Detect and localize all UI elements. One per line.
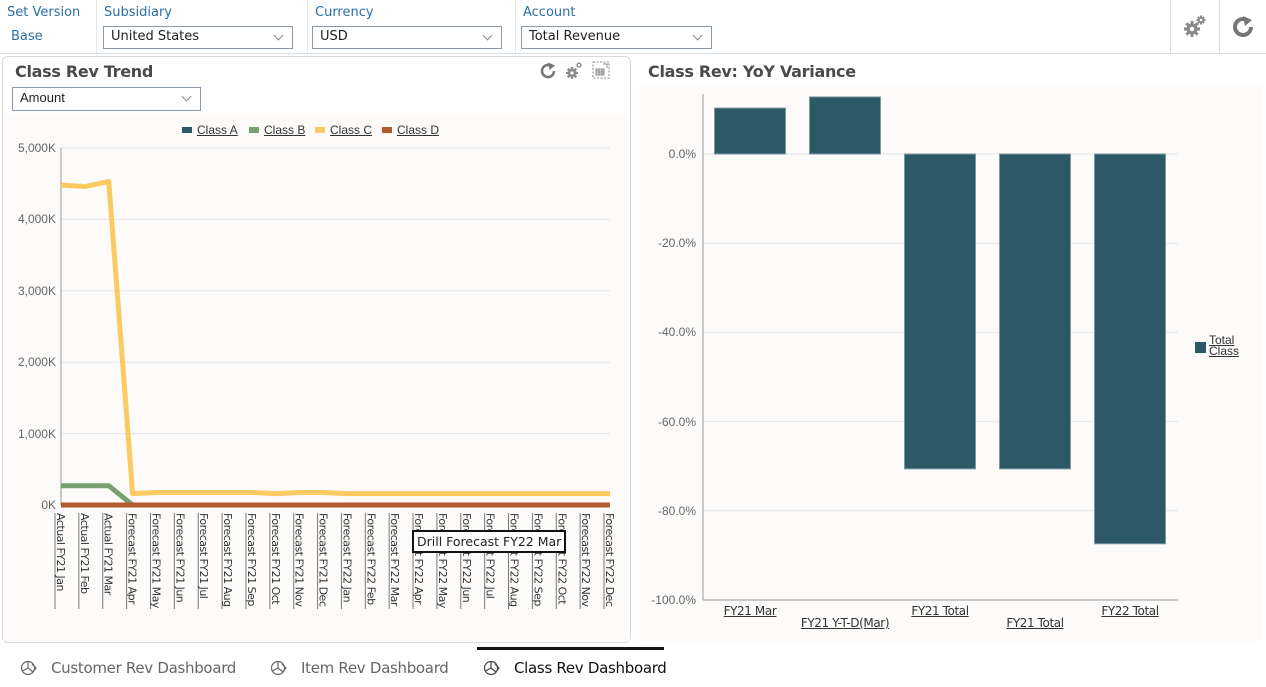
dashboard-icon [483, 660, 500, 676]
bar[interactable] [809, 96, 881, 155]
y-tick-label: -40.0% [657, 325, 696, 340]
x-tick-label[interactable]: FY21 Total [911, 604, 969, 618]
bar[interactable] [1094, 153, 1166, 545]
y-tick-label: 0.0% [668, 147, 696, 161]
y-tick-label: -100.0% [651, 593, 696, 607]
tab-item-rev-dashboard[interactable]: Item Rev Dashboard [264, 647, 464, 687]
drill-tooltip: Drill Forecast FY22 Mar [412, 530, 567, 553]
tab-customer-rev-dashboard[interactable]: Customer Rev Dashboard [14, 647, 246, 687]
x-tick-label[interactable]: FY22 Total [1101, 604, 1159, 618]
x-tick-label[interactable]: FY21 Y-T-D(Mar) [801, 616, 890, 630]
y-tick-label: -60.0% [657, 414, 696, 429]
bar[interactable] [999, 153, 1071, 470]
bar[interactable] [714, 107, 786, 155]
legend-swatch-total-class [1195, 342, 1206, 353]
tab-class-rev-dashboard[interactable]: Class Rev Dashboard [477, 647, 667, 687]
bar[interactable] [904, 153, 976, 470]
bar-chart-plot [702, 94, 1178, 601]
x-tick-label[interactable]: FY21 Total [1006, 616, 1064, 630]
dashboard-icon [20, 660, 37, 676]
y-tick-label: -20.0% [657, 236, 696, 251]
tab-label: Customer Rev Dashboard [51, 659, 237, 677]
dashboard-icon [270, 660, 287, 676]
y-tick-label: -80.0% [657, 503, 696, 518]
tab-label: Item Rev Dashboard [301, 659, 449, 677]
dashboard-tabs: Customer Rev Dashboard Item Rev Dashboar… [14, 647, 1256, 687]
x-tick-label[interactable]: FY21 Mar [724, 604, 777, 618]
legend-total-class[interactable]: Total Class [1209, 334, 1249, 357]
tab-label: Class Rev Dashboard [514, 659, 667, 677]
